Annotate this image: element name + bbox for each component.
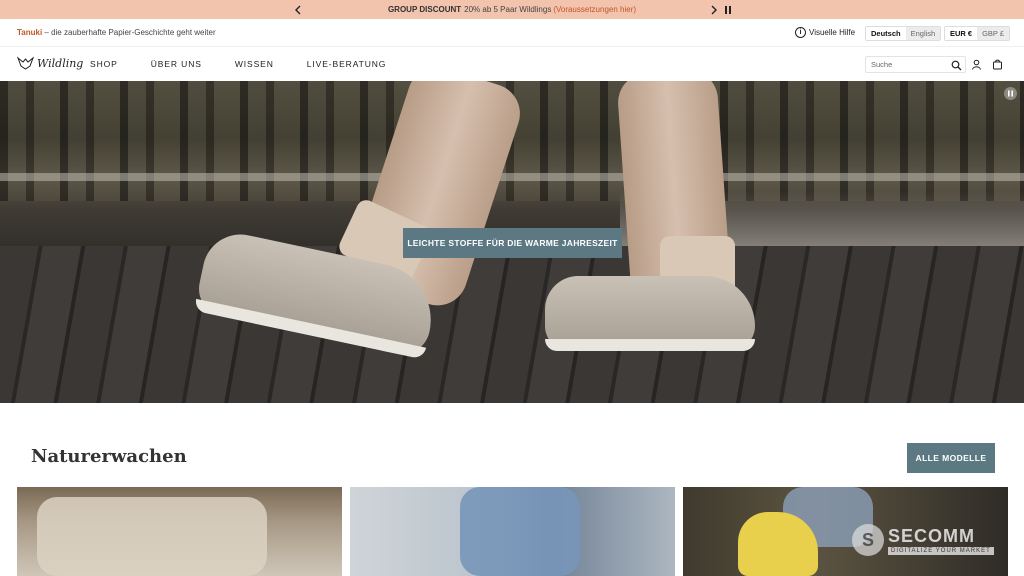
nav-item-shop[interactable]: SHOP	[90, 59, 118, 69]
watermark: S SECOMM DIGITALIZE YOUR MARKET	[852, 524, 994, 556]
nav-item-live-beratung[interactable]: LIVE-BERATUNG	[307, 59, 387, 69]
collection-title: Naturerwachen	[31, 446, 187, 467]
watermark-name: SECOMM	[888, 525, 975, 546]
watermark-text: SECOMM DIGITALIZE YOUR MARKET	[888, 526, 994, 555]
visual-help-button[interactable]: i Visuelle Hilfe	[795, 27, 855, 38]
search-input[interactable]: Suche	[865, 56, 966, 73]
user-icon[interactable]	[971, 59, 982, 70]
hero-shoe-sole	[545, 339, 755, 351]
fox-logo-icon	[17, 56, 34, 70]
secomm-logo-icon: S	[852, 524, 884, 556]
main-nav: Wildling SHOP ÜBER UNS WISSEN LIVE-BERAT…	[0, 48, 1024, 80]
hero-cta-button[interactable]: LEICHTE STOFFE FÜR DIE WARME JAHRESZEIT	[403, 228, 622, 258]
product-image	[37, 497, 267, 576]
pause-icon	[725, 5, 731, 14]
announcement-pause-button[interactable]	[721, 2, 735, 17]
search-icon[interactable]	[951, 60, 962, 71]
currency-option-gbp[interactable]: GBP £	[977, 27, 1010, 40]
language-switcher: Deutsch English	[865, 26, 942, 41]
all-models-button[interactable]: ALLE MODELLE	[907, 443, 995, 473]
chevron-right-icon	[711, 5, 717, 14]
cart-icon[interactable]	[992, 59, 1003, 70]
nav-item-wissen[interactable]: WISSEN	[235, 59, 274, 69]
hero-banner[interactable]: LEICHTE STOFFE FÜR DIE WARME JAHRESZEIT	[0, 81, 1024, 403]
utility-bar: Tanuki – die zauberhafte Papier-Geschich…	[0, 19, 1024, 47]
promo-message[interactable]: Tanuki – die zauberhafte Papier-Geschich…	[17, 28, 216, 37]
announcement-prev-button[interactable]	[291, 2, 305, 17]
product-image	[460, 487, 580, 576]
announcement-next-button[interactable]	[707, 2, 721, 17]
announcement-title: GROUP DISCOUNT	[387, 5, 462, 14]
announcement-bar: GROUP DISCOUNT 20% ab 5 Paar Wildlings (…	[0, 0, 1024, 19]
watermark-tagline: DIGITALIZE YOUR MARKET	[888, 546, 994, 555]
language-option-en[interactable]: English	[905, 27, 941, 40]
product-card[interactable]	[350, 487, 675, 576]
hero-background-deck	[0, 246, 1024, 403]
hero-shoe-right	[545, 276, 755, 351]
visual-help-label: Visuelle Hilfe	[809, 28, 856, 37]
nav-item-ueber-uns[interactable]: ÜBER UNS	[151, 59, 202, 69]
product-card[interactable]	[17, 487, 342, 576]
announcement-text: 20% ab 5 Paar Wildlings	[464, 5, 552, 14]
nav-menu: SHOP ÜBER UNS WISSEN LIVE-BERATUNG	[90, 59, 419, 69]
currency-option-eur[interactable]: EUR €	[945, 27, 978, 40]
language-option-de[interactable]: Deutsch	[866, 27, 906, 40]
promo-brand: Tanuki	[17, 28, 43, 37]
currency-switcher: EUR € GBP £	[944, 26, 1011, 41]
pause-icon	[1008, 90, 1013, 97]
logo-text: Wildling	[37, 56, 84, 70]
search-placeholder: Suche	[871, 60, 893, 69]
hero-pause-button[interactable]	[1004, 87, 1017, 100]
chevron-left-icon	[295, 5, 301, 14]
promo-text: – die zauberhafte Papier-Geschichte geht…	[42, 28, 216, 37]
hero-background-rail	[0, 173, 1024, 181]
logo[interactable]: Wildling	[17, 56, 83, 70]
announcement-link[interactable]: (Voraussetzungen hier)	[553, 5, 636, 14]
accessibility-icon: i	[795, 27, 806, 38]
